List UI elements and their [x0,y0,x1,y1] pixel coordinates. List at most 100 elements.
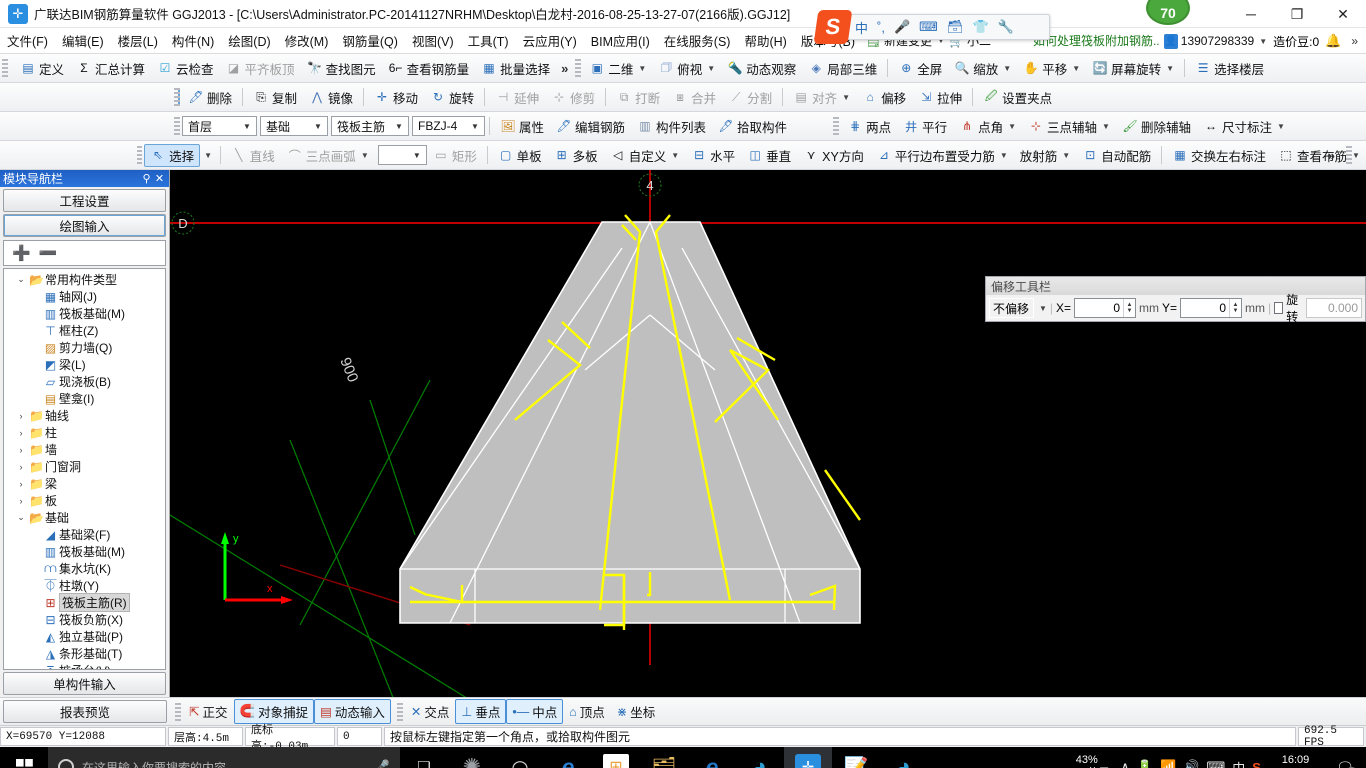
pin-icon[interactable]: ⚲ [140,172,153,185]
tree-item-16[interactable]: ▥ 筏板基础(M) [4,543,165,560]
coins-label[interactable]: 造价豆:0 [1273,33,1319,50]
chevron-down-icon[interactable]: ⌄ [14,274,28,285]
pan-button[interactable]: ✋ 平移 ▼ [1017,57,1086,80]
draw-mode-combo[interactable]: ▼ [377,145,427,165]
find-element-button[interactable]: 🔭 查找图元 [301,57,382,80]
ime-settings-icon[interactable]: 🔧 [998,19,1014,35]
minimize-button[interactable]: ─ [1228,0,1274,28]
toolbar-grip[interactable] [2,59,8,77]
action-center-icon[interactable]: 🗨 2 [1330,747,1360,768]
chevron-down-icon[interactable]: ⌄ [14,512,28,523]
taskbar-app-file-explorer[interactable]: 🗂 [640,747,688,768]
tree-item-9[interactable]: › 📁 柱 [4,424,165,441]
taskbar-app-edge[interactable]: e [544,747,592,768]
tree-item-8[interactable]: › 📁 轴线 [4,407,165,424]
tree-item-11[interactable]: › 📁 门窗洞 [4,458,165,475]
tray-chevron-up-icon[interactable]: ∧ [1120,759,1130,768]
chevron-down-icon[interactable]: ▼ [1008,122,1016,131]
windows-start-icon[interactable] [0,747,48,768]
chevron-down-icon[interactable]: ▼ [1277,122,1285,131]
tree-item-22[interactable]: ◮ 条形基础(T) [4,645,165,662]
toolbar-grip[interactable] [137,146,143,164]
menu-overflow-icon[interactable]: » [1347,34,1362,48]
tree-item-17[interactable]: ⩋ 集水坑(K) [4,560,165,577]
component-name-combo[interactable]: FBZJ-4 ▼ [412,116,485,136]
fullscreen-button[interactable]: ⊕ 全屏 [892,57,948,80]
taskbar-app-internet-explorer[interactable]: e [688,747,736,768]
component-tree[interactable]: ⌄ 📂 常用构件类型 ▦ 轴网(J) ▥ 筏板基础(M) ⊤ 框柱(Z) ▨ 剪力墙(Q) ◩ 梁(L)… [3,268,166,670]
ime-keyboard-icon[interactable]: ⌨ [919,19,938,35]
tree-item-12[interactable]: › 📁 梁 [4,475,165,492]
taskbar-app-ggj-1[interactable]: ◕ [736,747,784,768]
chevron-down-icon[interactable]: ▼ [1039,304,1047,313]
tree-item-7[interactable]: ▤ 壁龛(I) [4,390,165,407]
project-settings-button[interactable]: 工程设置 [3,189,166,212]
ime-chinese-icon[interactable]: 中 [1232,758,1245,768]
chevron-right-icon[interactable]: › [14,479,28,489]
taskbar-app-onedrive[interactable]: ✺ [448,747,496,768]
edit-rebar-button[interactable]: 🖊 编辑钢筋 [550,115,631,138]
tree-item-0[interactable]: ⌄ 📂 常用构件类型 [4,271,165,288]
copy-button[interactable]: ⎘ 复制 [247,86,303,109]
chevron-down-icon[interactable]: ▼ [1003,64,1011,73]
midpoint-button[interactable]: •— 中点 [506,699,564,724]
tree-item-21[interactable]: ◭ 独立基础(P) [4,628,165,645]
volume-icon[interactable]: 🔊 [1183,759,1199,768]
tree-item-5[interactable]: ◩ 梁(L) [4,356,165,373]
menu-cloud-apps[interactable]: 云应用(Y) [516,28,584,53]
microphone-icon[interactable]: 🎤 [374,759,390,768]
swap-annotation-button[interactable]: ▦ 交换左右标注 [1166,144,1272,167]
spinner-arrows-icon[interactable]: ▲ ▼ [1123,299,1135,317]
task-view-icon[interactable]: ❏ [400,747,448,768]
menu-file[interactable]: 文件(F) [0,28,55,53]
toolbar-grip[interactable] [1346,146,1352,164]
chevron-down-icon[interactable]: ▼ [410,151,424,160]
local-3d-button[interactable]: ◈ 局部三维 [802,57,883,80]
ime-punctuation-icon[interactable]: ˚, [877,20,885,35]
delete-axis-button[interactable]: 🖌 删除辅轴 [1116,115,1197,138]
three-point-axis-button[interactable]: ⊹ 三点辅轴 ▼ [1022,115,1116,138]
offset-toolbar-panel[interactable]: 偏移工具栏 不偏移 ▼ | X= ▲▼ mm Y= ▲▼ mm | [985,276,1366,324]
user-account[interactable]: 👤 13907298339 ▼ [1163,33,1267,49]
horizontal-button[interactable]: ⊟ 水平 [685,144,741,167]
drawing-input-button[interactable]: 绘图输入 [3,214,166,237]
menu-online-service[interactable]: 在线服务(S) [657,28,738,53]
ime-mode-chinese[interactable]: 中 [855,18,868,37]
collapse-all-icon[interactable]: ➖ [39,244,58,262]
clock[interactable]: 16:09 2017/10/27 [1268,753,1323,768]
vertical-button[interactable]: ◫ 垂直 [741,144,797,167]
toolbar-grip[interactable] [396,702,403,721]
multi-slab-button[interactable]: ⊞ 多板 [548,144,604,167]
tree-item-1[interactable]: ▦ 轴网(J) [4,288,165,305]
component-type-combo[interactable]: 筏板主筋 ▼ [331,116,409,136]
rotate-spinner[interactable] [1306,298,1362,318]
taskbar-app-store[interactable]: ⊞ [603,754,629,768]
menu-component[interactable]: 构件(N) [165,28,221,53]
chevron-down-icon[interactable]: ▼ [392,122,406,131]
view-rebar-qty-button[interactable]: 6⌐ 查看钢筋量 [382,57,476,80]
tree-item-19[interactable]: ⊞ 筏板主筋(R) [4,593,165,612]
search-input[interactable]: 在这里输入你要搜索的内容 🎤 [48,747,400,768]
tree-item-20[interactable]: ⊟ 筏板负筋(X) [4,611,165,628]
view-2d-button[interactable]: ▣ 二维 ▼ [583,57,652,80]
two-point-axis-button[interactable]: ⋕ 两点 [841,115,897,138]
notification-bell-icon[interactable]: 🔔 [1325,33,1341,49]
dimension-button[interactable]: ↔ 尺寸标注 ▼ [1197,115,1291,138]
offset-y-input[interactable] [1181,299,1230,317]
radial-rebar-button[interactable]: 放射筋 ▼ [1014,144,1076,167]
chevron-down-icon[interactable]: ▼ [842,93,850,102]
coordinate-button[interactable]: ⋇ 坐标 [611,699,662,724]
select-tool-button[interactable]: ⇖ 选择 [144,143,201,167]
battery-icon[interactable]: 🔋 [1137,759,1153,768]
chevron-down-icon[interactable]: ▼ [204,151,212,160]
chevron-down-icon[interactable]: ▼ [707,64,715,73]
maximize-button[interactable]: ❐ [1274,0,1320,28]
chevron-down-icon[interactable]: ▼ [1000,151,1008,160]
perpendicular-button[interactable]: ⊥ 垂点 [455,699,507,724]
chevron-down-icon[interactable]: ▼ [1062,151,1070,160]
screen-rotate-button[interactable]: 🔄 屏幕旋转 ▼ [1086,57,1180,80]
menu-view[interactable]: 视图(V) [405,28,461,53]
ime-floating-bar[interactable]: 中 ˚, 🎤 ⌨ 🗃 👕 🔧 [820,14,1050,40]
chevron-down-icon[interactable]: ▼ [468,122,482,131]
toolbar-grip[interactable] [174,117,180,135]
